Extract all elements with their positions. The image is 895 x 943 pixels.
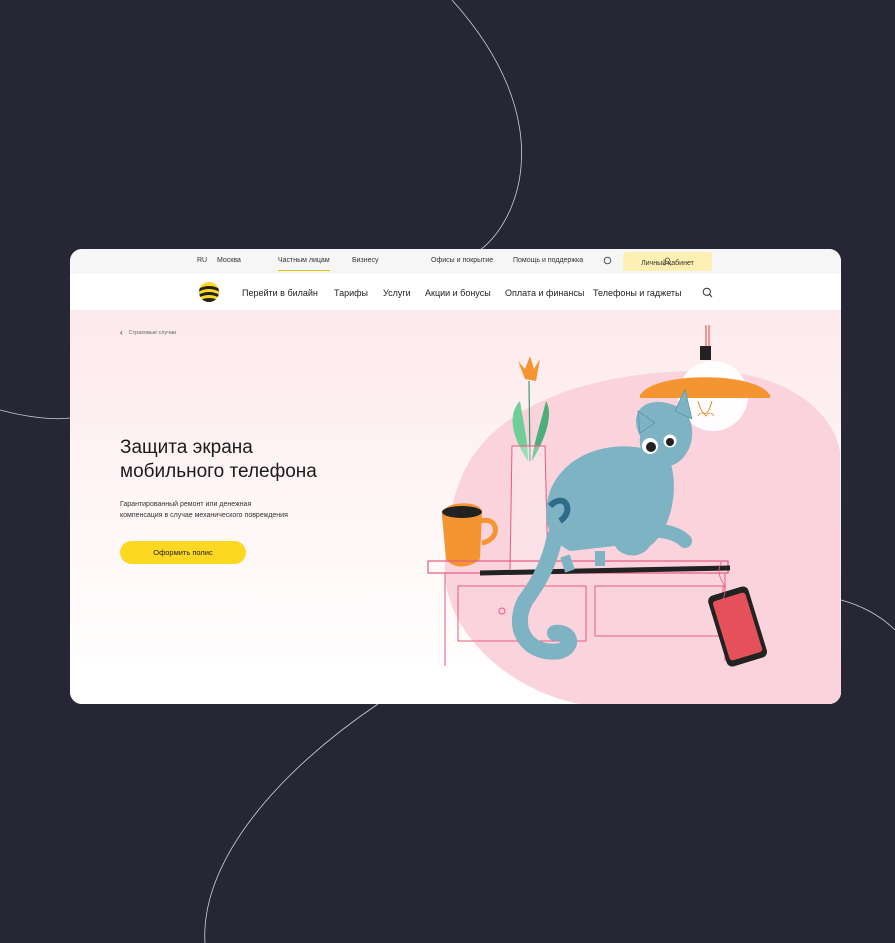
breadcrumb-label: Страховые случаи bbox=[128, 329, 177, 336]
search-icon[interactable] bbox=[603, 256, 613, 266]
offices-link[interactable]: Офисы и покрытие bbox=[431, 257, 493, 264]
main-navigation: Перейти в билайн Тарифы Услуги Акции и б… bbox=[70, 274, 841, 311]
nav-item-devices[interactable]: Телефоны и гаджеты bbox=[593, 288, 682, 298]
city-selector[interactable]: Москва bbox=[217, 257, 241, 264]
flower bbox=[518, 356, 540, 381]
title-line-2: мобильного телефона bbox=[120, 461, 317, 482]
cabinet-label: Личный кабинет bbox=[641, 260, 694, 267]
hero-section: ‹ Страховые случаи Защита экрана мобильн… bbox=[70, 311, 841, 704]
nav-item-services[interactable]: Услуги bbox=[383, 288, 411, 298]
top-utility-bar: RU Москва Частным лицам Бизнесу Офисы и … bbox=[70, 249, 841, 274]
language-selector[interactable]: RU bbox=[197, 257, 207, 264]
cat-illustration bbox=[427, 325, 841, 704]
order-policy-button[interactable]: Оформить полис bbox=[120, 541, 246, 564]
personal-cabinet-button[interactable]: Личный кабинет bbox=[623, 252, 712, 271]
beeline-logo[interactable] bbox=[198, 281, 220, 303]
chevron-left-icon: ‹ bbox=[120, 328, 123, 337]
help-link[interactable]: Помощь и поддержка bbox=[513, 257, 583, 264]
subtitle-line-2: компенсация в случае механического повре… bbox=[120, 512, 288, 519]
title-line-1: Защита экрана bbox=[120, 437, 253, 458]
page-title: Защита экрана мобильного телефона bbox=[120, 436, 380, 484]
browser-window: RU Москва Частным лицам Бизнесу Офисы и … bbox=[70, 249, 841, 704]
subtitle-line-1: Гарантированный ремонт или денежная bbox=[120, 501, 252, 508]
nav-item-tariffs[interactable]: Тарифы bbox=[334, 288, 368, 298]
nav-item-go-beeline[interactable]: Перейти в билайн bbox=[242, 288, 318, 298]
tab-business[interactable]: Бизнесу bbox=[352, 257, 378, 264]
nav-item-payment[interactable]: Оплата и финансы bbox=[505, 288, 584, 298]
search-icon[interactable] bbox=[702, 287, 713, 298]
tab-private[interactable]: Частным лицам bbox=[278, 257, 330, 271]
nav-item-promotions[interactable]: Акции и бонусы bbox=[425, 288, 491, 298]
page-subtitle: Гарантированный ремонт или денежная комп… bbox=[120, 499, 370, 521]
breadcrumb[interactable]: ‹ Страховые случаи bbox=[120, 328, 176, 337]
